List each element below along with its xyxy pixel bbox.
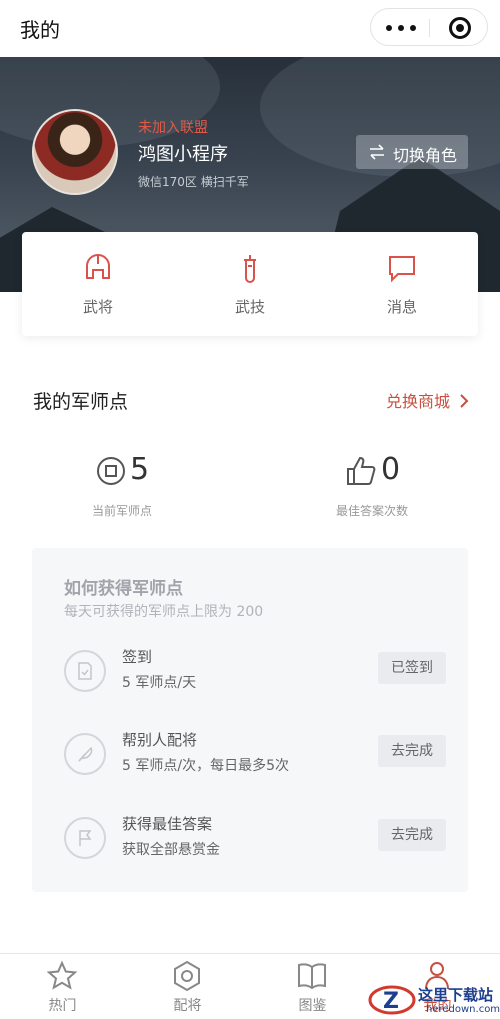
- flag-icon: [64, 817, 106, 859]
- best-answer-value: 0: [381, 452, 401, 487]
- how-to-earn-subtitle: 每天可获得的军师点上限为 200: [64, 604, 264, 620]
- best-answer-button[interactable]: 去完成: [378, 819, 446, 851]
- help-others-button[interactable]: 去完成: [378, 735, 446, 767]
- avatar[interactable]: [32, 109, 118, 195]
- tab-hot[interactable]: 热门: [0, 954, 125, 1019]
- tab-label: 热门: [48, 998, 77, 1014]
- watermark-text: 这里下载站: [418, 986, 494, 1004]
- capsule-divider: [429, 19, 430, 37]
- feather-icon: [64, 733, 106, 775]
- quick-item-generals[interactable]: 武将: [22, 232, 174, 336]
- quick-menu: 武将 武技 消息: [22, 232, 478, 336]
- hexagon-icon: [174, 960, 200, 992]
- tab-lineup[interactable]: 配将: [125, 954, 250, 1019]
- thumbs-up-icon: [347, 456, 376, 485]
- current-points-stat: 5 当前军师点: [22, 452, 222, 518]
- page-title: 我的: [20, 18, 60, 42]
- server-info: 微信170区 横扫千军: [138, 175, 249, 189]
- watermark-url: heredown.com: [426, 1004, 500, 1015]
- task-name: 获得最佳答案: [122, 815, 213, 833]
- site-watermark: Z 这里下载站 heredown.com: [366, 980, 500, 1019]
- quick-item-messages[interactable]: 消息: [326, 232, 478, 336]
- checkin-icon: [64, 650, 106, 692]
- current-points-caption: 当前军师点: [91, 504, 152, 518]
- miniprogram-capsule: [370, 8, 488, 46]
- sword-icon: [244, 255, 256, 283]
- points-section-title: 我的军师点: [33, 391, 129, 413]
- current-points-value: 5: [130, 452, 150, 487]
- svg-text:Z: Z: [383, 989, 399, 1014]
- tab-label: 图鉴: [298, 998, 327, 1014]
- quick-item-label: 武技: [234, 298, 265, 316]
- chevron-right-icon: [460, 394, 469, 408]
- task-checkin: 签到 5 军师点/天 已签到: [32, 642, 468, 702]
- task-desc: 5 军师点/天: [122, 675, 197, 691]
- coin-icon: [97, 457, 125, 485]
- best-answer-caption: 最佳答案次数: [335, 504, 408, 518]
- task-name: 签到: [122, 648, 153, 666]
- tab-atlas[interactable]: 图鉴: [250, 954, 375, 1019]
- best-answer-stat: 0 最佳答案次数: [272, 452, 472, 518]
- task-name: 帮别人配将: [122, 731, 198, 749]
- alliance-status: 未加入联盟: [138, 120, 208, 136]
- quick-item-skills[interactable]: 武技: [174, 232, 326, 336]
- close-miniprogram-icon[interactable]: [449, 17, 471, 39]
- switch-role-button[interactable]: 切换角色: [356, 135, 468, 169]
- user-nickname: 鸿图小程序: [138, 144, 228, 165]
- book-icon: [298, 963, 326, 990]
- quick-item-label: 武将: [82, 298, 113, 316]
- switch-role-label: 切换角色: [393, 146, 458, 165]
- watermark-logo: Z: [368, 985, 416, 1015]
- task-desc: 5 军师点/次，每日最多5次: [122, 758, 289, 774]
- helmet-icon: [86, 254, 110, 279]
- checkin-button[interactable]: 已签到: [378, 652, 446, 684]
- quick-item-label: 消息: [386, 298, 417, 316]
- star-icon: [46, 960, 78, 990]
- task-desc: 获取全部悬赏金: [122, 842, 220, 858]
- how-to-earn-title: 如何获得军师点: [64, 579, 183, 599]
- how-to-earn-panel: 如何获得军师点 每天可获得的军师点上限为 200 签到 5 军师点/天 已签到 …: [32, 548, 468, 892]
- navbar: 我的: [0, 0, 500, 57]
- task-best-answer: 获得最佳答案 获取全部悬赏金 去完成: [32, 809, 468, 869]
- exchange-shop-link[interactable]: 兑换商城: [386, 388, 469, 412]
- more-icon[interactable]: [386, 18, 416, 36]
- task-help-others: 帮别人配将 5 军师点/次，每日最多5次 去完成: [32, 725, 468, 785]
- exchange-shop-label: 兑换商城: [386, 392, 451, 411]
- swap-icon: [370, 144, 384, 160]
- message-icon: [389, 256, 415, 283]
- tab-label: 配将: [173, 998, 202, 1014]
